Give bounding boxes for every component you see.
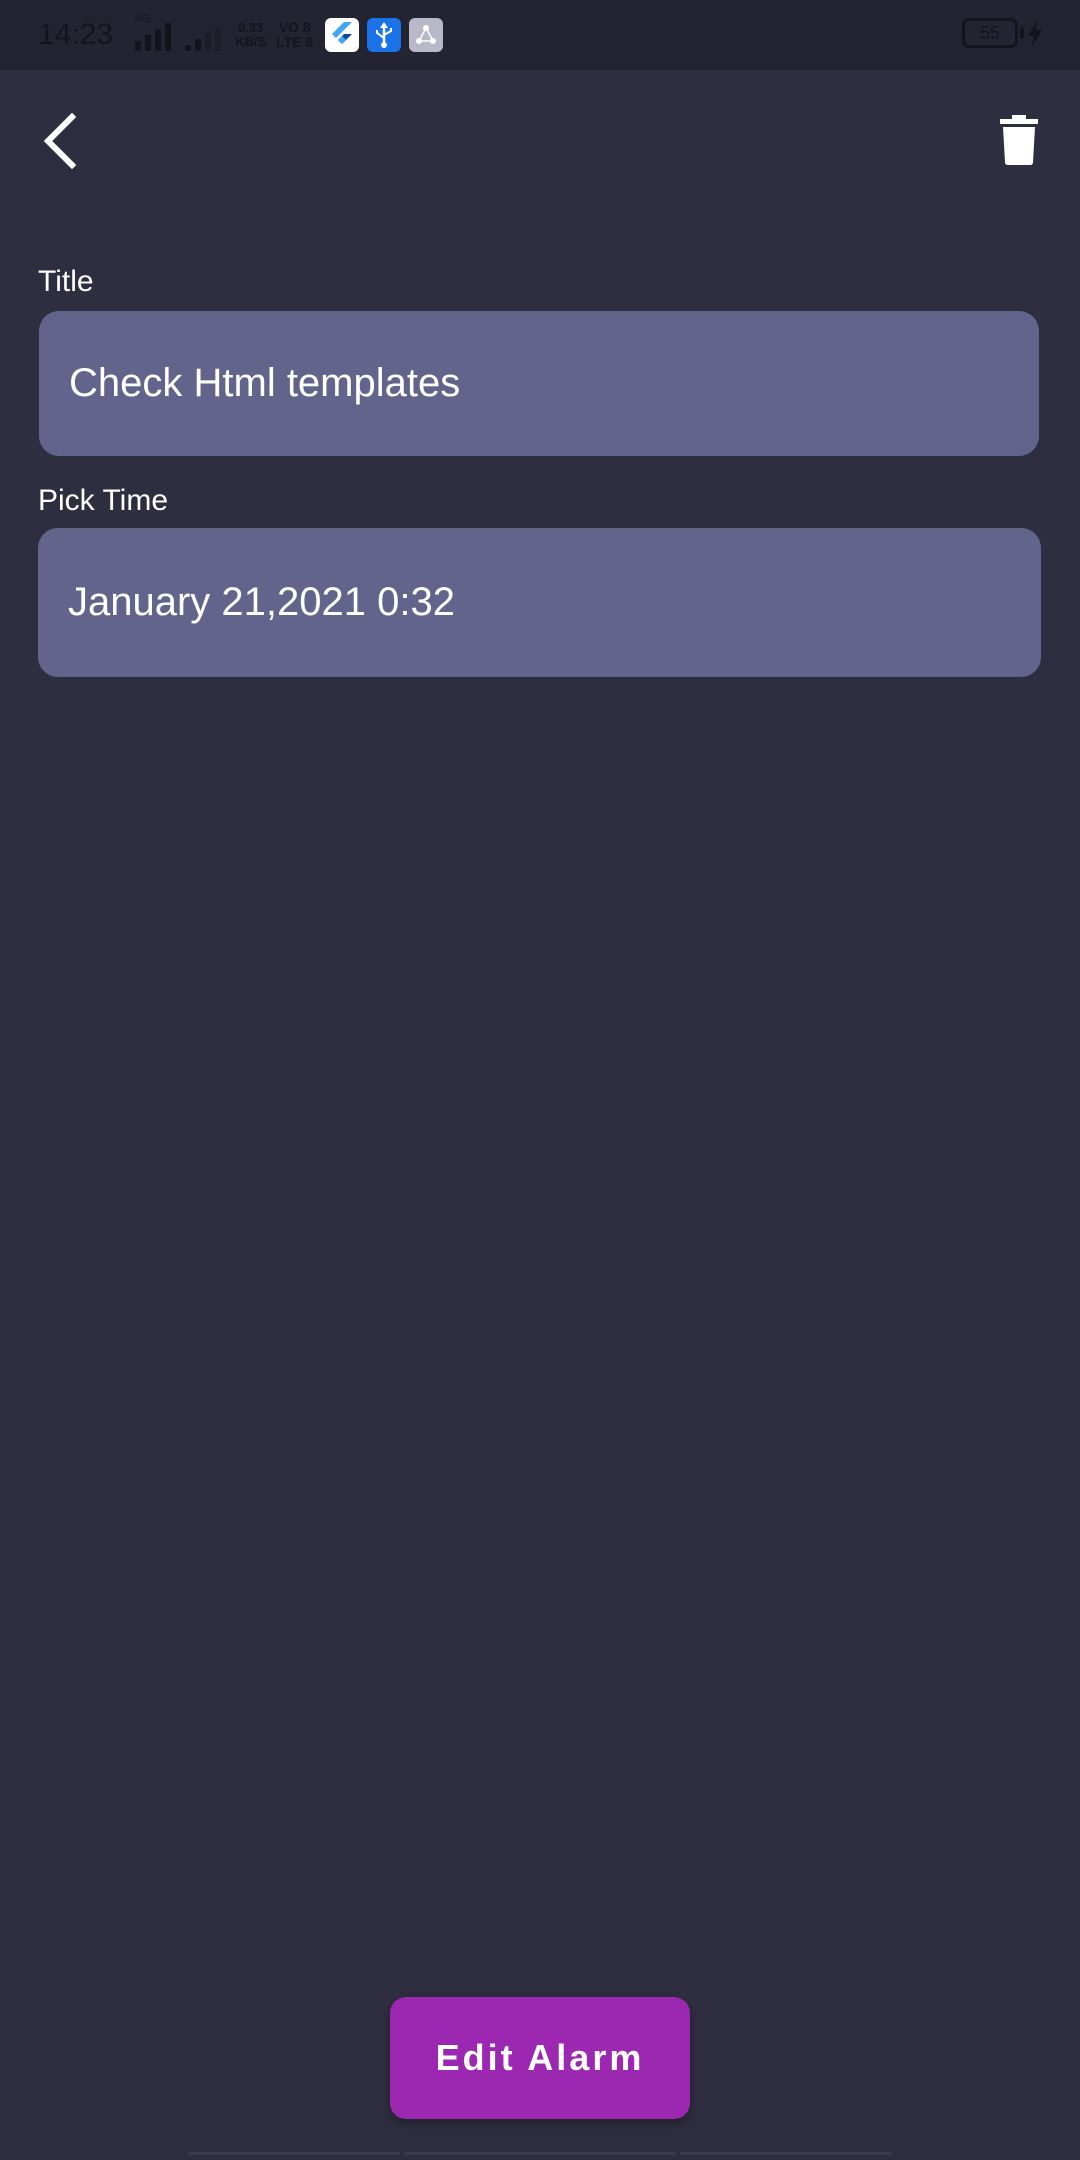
share-app-icon [409, 18, 444, 52]
volte-line-2: LTE 8 [276, 34, 314, 50]
net-speed-value: 0.33 [237, 20, 264, 35]
signal-icon-secondary [185, 19, 222, 51]
edit-alarm-button[interactable]: Edit Alarm [390, 1997, 690, 2119]
title-label: Title [38, 265, 94, 298]
delete-button[interactable] [992, 112, 1046, 172]
pick-time-field[interactable]: January 21,2021 0:32 [38, 528, 1041, 677]
status-time: 14:23 [38, 18, 114, 51]
usb-icon [367, 18, 402, 52]
battery-icon: 55 [962, 18, 1018, 48]
bottom-divider [0, 2152, 1080, 2160]
signal-icon: 4G [135, 13, 172, 51]
flutter-app-icon [325, 18, 360, 52]
charging-icon [1026, 20, 1044, 53]
title-input[interactable]: Check Html templates [39, 311, 1039, 456]
pick-time-label: Pick Time [38, 484, 169, 517]
volte-indicator: VO 8 LTE 8 [276, 20, 313, 50]
network-type-label: 4G [135, 13, 150, 25]
title-input-value: Check Html templates [69, 361, 461, 405]
status-bar: 14:23 4G 0.33 KB/S VO 8 LTE 8 55 [0, 0, 1080, 70]
volte-line-1: VO 8 [278, 19, 311, 35]
trash-icon [1000, 114, 1038, 170]
battery-tip [1020, 27, 1024, 39]
net-speed: 0.33 KB/S [235, 21, 266, 49]
pick-time-value: January 21,2021 0:32 [68, 580, 455, 624]
net-speed-unit: KB/S [235, 34, 267, 49]
battery-level: 55 [979, 22, 1001, 43]
back-button[interactable] [30, 108, 90, 178]
chevron-left-icon [40, 112, 80, 174]
